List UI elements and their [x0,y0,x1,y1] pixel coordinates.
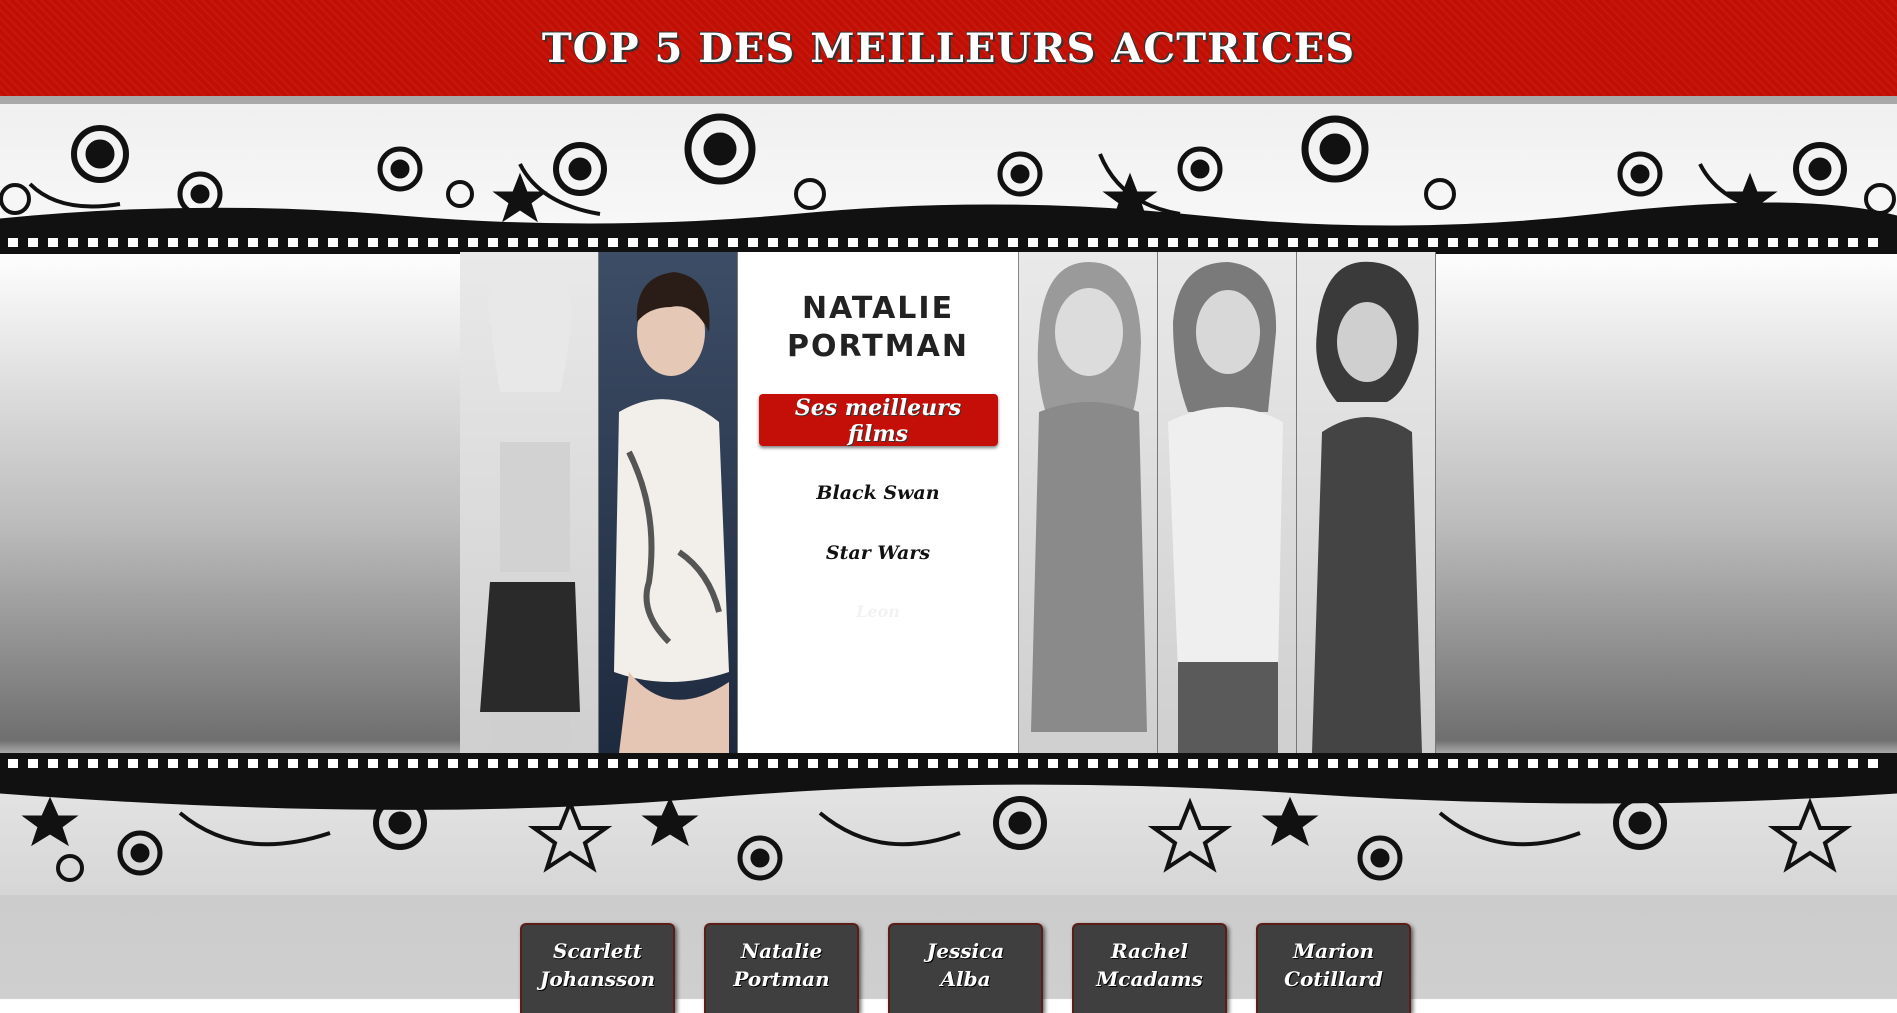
nav-label-first: Rachel [1110,939,1189,963]
featured-name-first: NATALIE [801,291,955,326]
photo-marion-cotillard[interactable] [1297,252,1436,753]
film-item[interactable]: Leon [738,602,1018,621]
nav-button-scarlett-johansson[interactable]: Scarlett Johansson [520,923,675,1013]
nav-button-jessica-alba[interactable]: Jessica Alba [888,923,1043,1013]
nav-label-first: Jessica [926,939,1005,963]
nav-label-first: Scarlett [553,939,642,963]
featured-name-last: PORTMAN [787,329,969,364]
header-divider [0,96,1897,104]
nav-label-last: Mcadams [1096,967,1203,991]
featured-actress-name: NATALIE PORTMAN [738,290,1018,366]
nav-label-last: Johansson [539,967,656,991]
photo-natalie-portman[interactable] [599,252,738,753]
bottom-film-ornament [0,753,1897,882]
featured-actress-panel: NATALIE PORTMAN Ses meilleurs films Blac… [738,252,1019,753]
page-title: TOP 5 DES MEILLEURS ACTRICES [541,24,1356,72]
nav-label-first: Marion [1292,939,1375,963]
film-item[interactable]: Star Wars [738,542,1018,564]
nav-button-rachel-mcadams[interactable]: Rachel Mcadams [1072,923,1227,1013]
actress-nav: Scarlett Johansson Natalie Portman Jessi… [520,923,1411,1013]
nav-label-last: Alba [940,967,991,991]
top-film-ornament [0,113,1897,254]
page-header: TOP 5 DES MEILLEURS ACTRICES [0,0,1897,96]
film-item[interactable]: Black Swan [738,482,1018,504]
photo-rachel-mcadams[interactable] [1158,252,1297,753]
nav-label-last: Cotillard [1284,967,1383,991]
best-films-button[interactable]: Ses meilleurs films [758,394,998,447]
star-emblem-icon [0,113,1896,217]
photo-scarlett-johansson[interactable] [460,252,599,753]
actress-strip: NATALIE PORTMAN Ses meilleurs films Blac… [460,252,1436,753]
nav-button-natalie-portman[interactable]: Natalie Portman [704,923,859,1013]
nav-label-first: Natalie [740,939,823,963]
photo-jessica-alba[interactable] [1019,252,1158,753]
nav-label-last: Portman [733,967,830,991]
nav-button-marion-cotillard[interactable]: Marion Cotillard [1256,923,1411,1013]
